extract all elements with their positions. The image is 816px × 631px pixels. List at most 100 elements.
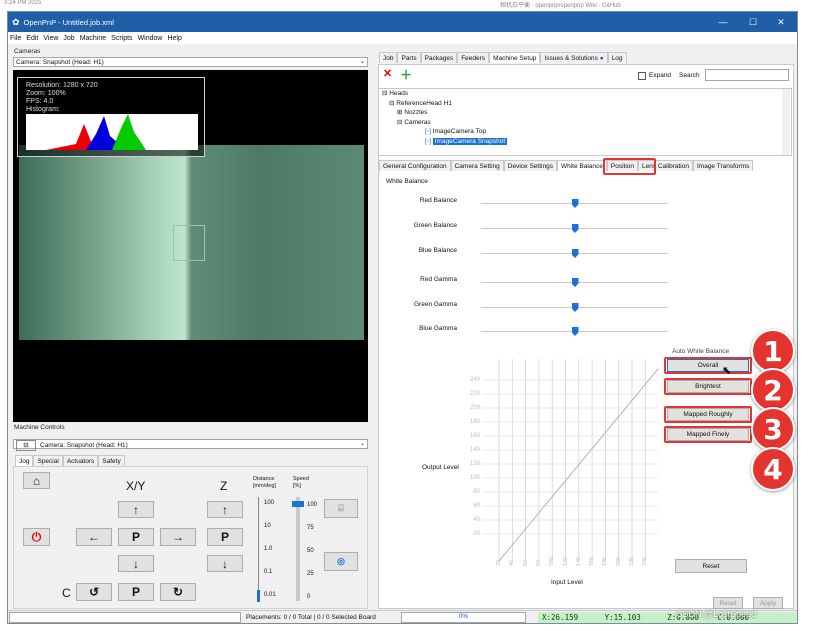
y-tick-label: 120 [469,461,480,467]
rotate-ccw-button[interactable]: ↺ [76,583,112,601]
menu-help[interactable]: Help [167,35,181,42]
tab-jog[interactable]: Jog [15,455,34,466]
jog-y-plus-button[interactable]: ↑ [118,501,154,518]
main-tabs: Job Parts Packages Feeders Machine Setup… [379,52,627,63]
speed-thumb[interactable] [292,501,304,507]
menu-view[interactable]: View [43,35,58,42]
distance-tick-100: 100 [264,500,275,506]
white-balance-section-label: White Balance [386,178,428,185]
tab-packages[interactable]: Packages [420,52,458,63]
power-icon: ⏻ [31,529,42,544]
x-tick-label: 40 [509,559,516,566]
distance-slider[interactable] [258,497,259,601]
blue-gamma-label: Blue Gamma [419,325,457,332]
auto-white-balance-label: Auto White Balance [672,348,730,355]
rotate-cw-button[interactable]: ↻ [160,583,196,601]
tree-cameras[interactable]: ⊟ Cameras [379,118,791,128]
x-tick-label: 100 [549,556,556,566]
nozzle-tool-button[interactable]: ⌸ [324,499,358,518]
dro-x: X:26.159 [542,613,579,622]
apply-button[interactable]: Apply [753,597,783,609]
tab-job[interactable]: Job [379,52,398,63]
park-z-button[interactable]: P [207,528,243,546]
tree-head-h1[interactable]: ⊟ ReferenceHead H1 [379,99,791,109]
park-xy-button[interactable]: P [118,528,154,546]
openpnp-window: ✿ OpenPnP - Untitled.job.xml — ☐ ✕ File … [7,11,798,624]
c-label: C [62,586,71,600]
title-bar: ✿ OpenPnP - Untitled.job.xml — ☐ ✕ [8,12,797,32]
camera-tool-button[interactable]: ◎ [324,552,358,571]
menu-scripts[interactable]: Scripts [111,35,132,42]
add-icon[interactable]: ＋ [400,66,412,83]
menu-edit[interactable]: Edit [26,35,38,42]
menu-window[interactable]: Window [138,35,163,42]
issues-label: Issues & Solutions [544,55,598,62]
camera-view[interactable]: Resolution: 1280 x 720 Zoom: 100% FPS: 4… [13,70,368,422]
jog-y-minus-button[interactable]: ↓ [118,555,154,572]
search-input[interactable] [705,69,789,81]
mapped-finely-highlight [664,426,752,443]
close-button[interactable]: ✕ [767,12,795,32]
jog-z-plus-button[interactable]: ↑ [207,501,243,518]
tab-camera-setting[interactable]: Camera Setting [450,160,504,171]
tree-camera-snapshot[interactable]: [◦] ImageCamera Snapshot [379,137,791,147]
power-button[interactable]: ⏻ [23,528,50,546]
tab-device-settings[interactable]: Device Settings [503,160,557,171]
arrow-down-icon: ↓ [133,556,139,571]
menu-file[interactable]: File [10,35,21,42]
y-tick-label: 100 [469,475,480,481]
rotate-ccw-icon: ↺ [88,585,100,599]
speed-slider[interactable] [296,497,300,601]
x-tick-label: 20 [496,559,502,566]
reset-curve-button[interactable]: Reset [675,559,747,573]
x-tick-label: 120 [562,556,569,566]
tree-heads-label: Heads [389,90,409,97]
menu-job[interactable]: Job [63,35,74,42]
tree-camera-top[interactable]: [◦] ImageCamera Top [379,127,791,137]
resolution-text: Resolution: 1280 x 720 [26,82,98,89]
brightest-highlight [664,378,752,395]
minimize-button[interactable]: — [709,12,737,32]
tab-parts[interactable]: Parts [397,52,421,63]
tab-image-transforms[interactable]: Image Transforms [692,160,754,171]
maximize-button[interactable]: ☐ [739,12,767,32]
issue-dot-icon: ● [599,55,604,62]
tab-issues-solutions[interactable]: Issues & Solutions ● [540,52,608,63]
dro-bar: X:26.159 Y:15.103 Z:0.000 C:0.000 [538,612,797,623]
mc-camera-select[interactable]: ⊟ Camera: Snapshot (Head: H1) ⌄ [13,439,368,451]
output-level-label: Output Level [422,464,459,471]
tree-cameras-label: Cameras [404,118,431,126]
reset-button[interactable]: Reset [713,597,743,609]
tab-machine-setup[interactable]: Machine Setup [489,52,541,63]
x-tick-label: 240 [642,556,649,566]
tab-safety[interactable]: Safety [98,455,125,466]
arrow-down-icon: ↓ [222,556,228,571]
tab-log[interactable]: Log [607,52,627,63]
jog-z-minus-button[interactable]: ↓ [207,555,243,572]
menu-machine[interactable]: Machine [80,35,106,42]
jog-x-plus-button[interactable]: → [160,528,196,546]
camera-select[interactable]: Camera: Snapshot (Head: H1) ⌄ [13,57,368,67]
tree-nozzles[interactable]: ⊞ Nozzles [379,108,791,118]
tab-general-configuration[interactable]: General Configuration [379,160,451,171]
y-tick-label: 80 [473,489,480,495]
jog-x-minus-button[interactable]: ← [76,528,112,546]
distance-thumb[interactable] [257,590,260,602]
home-button[interactable]: ⌂ [23,472,50,489]
camera-reticle [173,225,205,261]
tab-white-balance[interactable]: White Balance [556,160,607,171]
tree-heads[interactable]: ⊟ Heads [379,89,791,99]
dro-y: Y:15.103 [604,613,641,622]
callout-2: 2 [751,368,795,412]
tab-actuators[interactable]: Actuators [62,455,99,466]
y-tick-label: 40 [473,517,480,523]
tree-scrollbar[interactable] [782,89,790,155]
expand-checkbox[interactable] [638,72,646,80]
park-c-button[interactable]: P [118,583,154,601]
y-tick-label: 240 [469,377,480,383]
tab-feeders[interactable]: Feeders [457,52,490,63]
tab-special[interactable]: Special [33,455,63,466]
y-tick-label: 60 [473,503,480,509]
home-icon: ⌂ [32,473,41,488]
delete-icon[interactable]: ✕ [383,67,392,80]
